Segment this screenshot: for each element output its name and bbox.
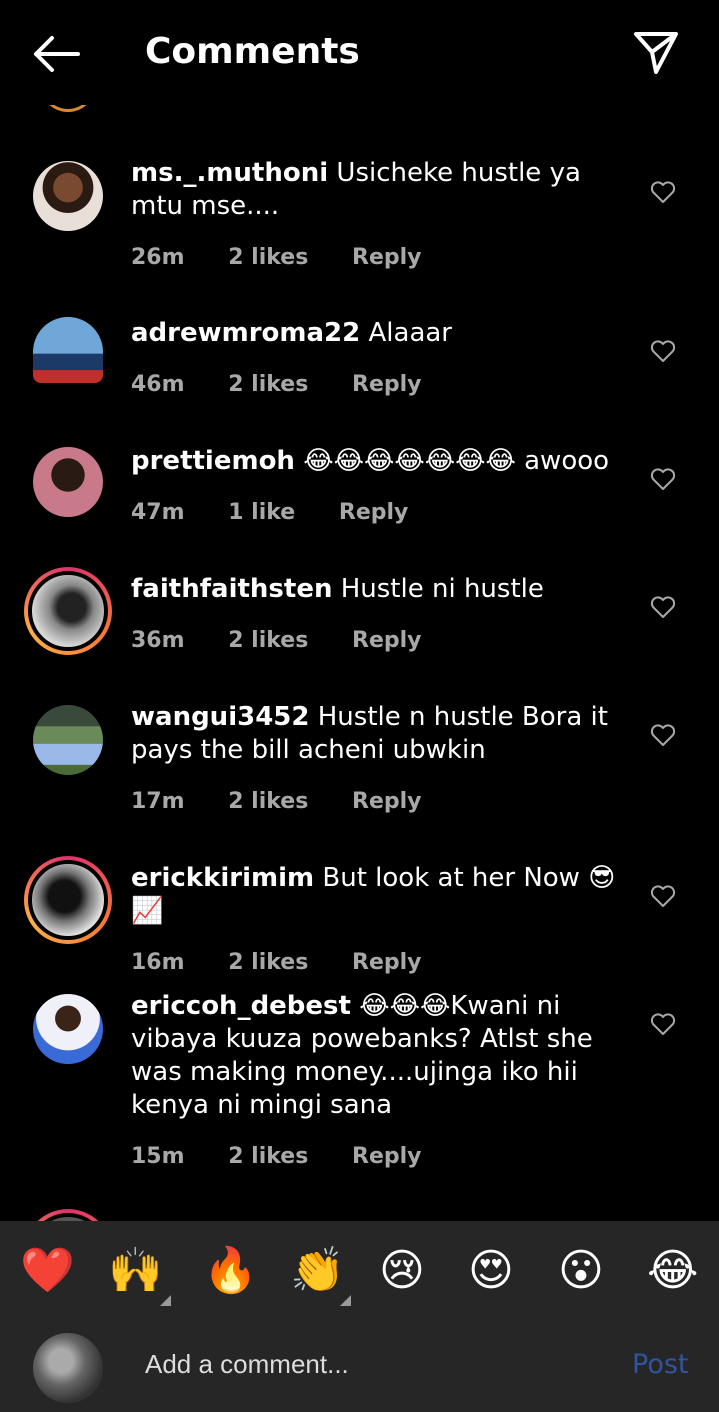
avatar[interactable] <box>33 447 103 517</box>
page-title: Comments <box>145 31 360 72</box>
direct-message-icon[interactable] <box>630 26 682 78</box>
comment-likes[interactable]: 2 likes <box>228 372 308 397</box>
heart-icon[interactable] <box>650 339 676 363</box>
comment-text: Alaaar <box>368 318 453 348</box>
comment-likes[interactable]: 2 likes <box>228 1144 308 1169</box>
surprised-face-emoji-button[interactable]: 😮 <box>558 1243 604 1299</box>
avatar[interactable] <box>33 317 103 383</box>
header: Comments <box>0 0 719 105</box>
fire-emoji-button[interactable]: 🔥 <box>203 1243 258 1299</box>
heart-icon[interactable] <box>650 595 676 619</box>
comment-likes[interactable]: 2 likes <box>228 245 308 270</box>
comment-time: 26m <box>131 245 185 270</box>
tears-of-joy-emoji-button[interactable]: 😂 <box>647 1243 698 1299</box>
skin-tone-indicator-icon <box>340 1295 351 1306</box>
heart-icon[interactable] <box>650 884 676 908</box>
reply-button[interactable]: Reply <box>352 245 422 270</box>
comment-username[interactable]: erickkirimim <box>131 863 314 893</box>
comment-likes[interactable]: 2 likes <box>228 628 308 653</box>
comment-time: 46m <box>131 372 185 397</box>
heart-icon[interactable] <box>650 723 676 747</box>
reply-button[interactable]: Reply <box>339 500 409 525</box>
comment-time: 36m <box>131 628 185 653</box>
crying-face-emoji-button[interactable]: 😢 <box>379 1243 425 1299</box>
comment-username[interactable]: ericcoh_debest <box>131 991 351 1021</box>
comment-list[interactable]: ms._.muthoni Usicheke hustle ya mtu mse.… <box>0 105 719 1221</box>
avatar-story-ring[interactable] <box>24 567 112 655</box>
comment-composer: Post <box>0 1321 719 1412</box>
comment-time: 47m <box>131 500 185 525</box>
raising-hands-emoji-button[interactable]: 🙌 <box>108 1243 163 1299</box>
heart-icon[interactable] <box>650 467 676 491</box>
skin-tone-indicator-icon <box>160 1295 171 1306</box>
back-arrow-icon[interactable] <box>28 30 84 78</box>
comment-text: Hustle ni hustle <box>340 574 544 604</box>
reply-button[interactable]: Reply <box>352 789 422 814</box>
heart-eyes-emoji-button[interactable]: 😍 <box>468 1243 514 1299</box>
avatar[interactable] <box>33 994 103 1064</box>
avatar-story-ring[interactable] <box>24 856 112 944</box>
reply-button[interactable]: Reply <box>352 372 422 397</box>
heart-emoji-button[interactable]: ❤️ <box>20 1243 75 1299</box>
comment-likes[interactable]: 2 likes <box>228 789 308 814</box>
comment-username[interactable]: ms._.muthoni <box>131 158 328 188</box>
avatar-story-ring[interactable] <box>24 1209 112 1221</box>
reply-button[interactable]: Reply <box>352 1144 422 1169</box>
clapping-hands-emoji-button[interactable]: 👏 <box>290 1243 345 1299</box>
comment-text: 😂😂😂😂😂😂😂 awooo <box>303 446 610 476</box>
reply-button[interactable]: Reply <box>352 950 422 975</box>
current-user-avatar <box>33 1333 103 1403</box>
heart-icon[interactable] <box>650 1012 676 1036</box>
comment-username[interactable]: adrewmroma22 <box>131 318 360 348</box>
comment-time: 15m <box>131 1144 185 1169</box>
comment-likes[interactable]: 2 likes <box>228 950 308 975</box>
heart-icon[interactable] <box>650 180 676 204</box>
avatar[interactable] <box>33 705 103 775</box>
comment-username[interactable]: prettiemoh <box>131 446 295 476</box>
comment-username[interactable]: faithfaithsten <box>131 574 332 604</box>
comment-username[interactable]: wangui3452 <box>131 702 309 732</box>
comment-time: 16m <box>131 950 185 975</box>
avatar[interactable] <box>33 161 103 231</box>
comment-time: 17m <box>131 789 185 814</box>
comment-likes[interactable]: 1 like <box>228 500 295 525</box>
comment-input[interactable] <box>145 1349 605 1380</box>
reply-button[interactable]: Reply <box>352 628 422 653</box>
emoji-quick-reactions: ❤️ 🙌 🔥 👏 😢 😍 😮 😂 <box>0 1221 719 1321</box>
post-button[interactable]: Post <box>632 1349 689 1380</box>
